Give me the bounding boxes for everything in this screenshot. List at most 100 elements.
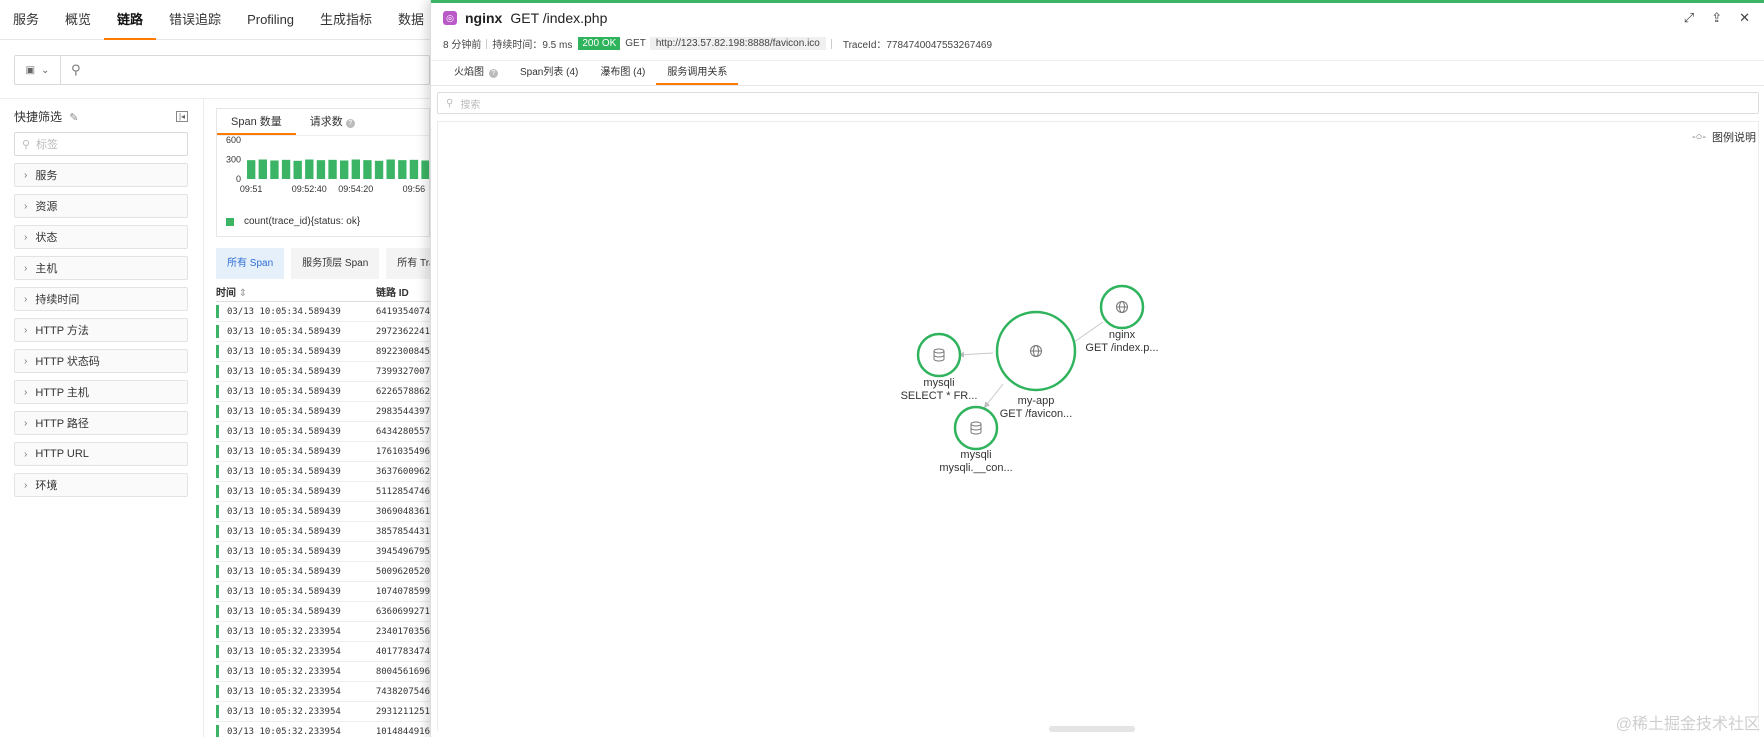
bar[interactable]	[351, 159, 360, 180]
nav-item-services[interactable]: 服务	[0, 0, 52, 40]
tab-all-traces[interactable]: 所有 Trace	[386, 248, 430, 279]
collapse-sidebar-icon[interactable]: |◂	[176, 110, 188, 122]
table-row[interactable]: 03/13 10:05:34.589439 3637600962	[216, 462, 430, 482]
column-header-time[interactable]: 时间 ⇕	[216, 284, 376, 299]
column-header-trace-id[interactable]: 链路 ID	[376, 284, 409, 299]
share-icon[interactable]: ⇪	[1711, 10, 1722, 26]
table-row[interactable]: 03/13 10:05:34.589439 6419354074	[216, 302, 430, 322]
table-row[interactable]: 03/13 10:05:34.589439 5009620520	[216, 562, 430, 582]
bar[interactable]	[293, 160, 302, 179]
filter-label: HTTP 主机	[35, 387, 89, 399]
nav-item-traces[interactable]: 链路	[104, 0, 157, 40]
cell-time: 03/13 10:05:34.589439	[227, 486, 341, 497]
tab-service-entry-spans[interactable]: 服务顶层 Span	[291, 248, 380, 279]
tab-span-count[interactable]: Span 数量	[217, 109, 296, 135]
nav-item-overview[interactable]: 概览	[52, 0, 104, 40]
table-row[interactable]: 03/13 10:05:32.233954 4017783474	[216, 642, 430, 662]
tab-flame-graph[interactable]: 火焰图?	[443, 61, 509, 85]
fullscreen-icon[interactable]: ⤢	[1684, 10, 1694, 26]
bar[interactable]	[363, 160, 372, 179]
tab-waterfall[interactable]: 瀑布图 (4)	[589, 61, 656, 85]
cell-time: 03/13 10:05:32.233954	[227, 726, 341, 737]
bar[interactable]	[398, 160, 407, 179]
bar[interactable]	[258, 159, 267, 180]
bar[interactable]	[421, 160, 429, 179]
bar[interactable]	[328, 159, 337, 179]
nav-item-error-tracking[interactable]: 错误追踪	[156, 0, 234, 40]
resize-handle[interactable]	[1049, 726, 1135, 732]
bar[interactable]	[374, 160, 384, 179]
table-row[interactable]: 03/13 10:05:32.233954 1014844916	[216, 722, 430, 737]
table-row[interactable]: 03/13 10:05:32.233954 7438207546	[216, 682, 430, 702]
cell-time: 03/13 10:05:32.233954	[227, 686, 341, 697]
filter-service[interactable]: › 服务	[14, 163, 188, 187]
chevron-right-icon: ›	[24, 231, 28, 243]
filter-resource[interactable]: › 资源	[14, 194, 188, 218]
service-icon: ◎	[443, 11, 457, 25]
edit-icon[interactable]: ✎	[69, 112, 78, 124]
y-tick-label: 600	[226, 136, 241, 145]
filter-http-status[interactable]: › HTTP 状态码	[14, 349, 188, 373]
view-toggle-button[interactable]: ▣ ⌄	[15, 56, 61, 84]
cell-trace-id: 1761035496	[375, 446, 430, 457]
tab-request-count[interactable]: 请求数?	[296, 109, 369, 135]
filter-http-method[interactable]: › HTTP 方法	[14, 318, 188, 342]
graph-search-input[interactable]: ⚲ 搜索	[437, 92, 1759, 114]
service-map-canvas[interactable]: -○- 图例说明 nginx GET /index.p... my-app GE…	[437, 121, 1759, 731]
table-row[interactable]: 03/13 10:05:32.233954 2931211251	[216, 702, 430, 722]
tab-service-map[interactable]: 服务调用关系	[656, 61, 739, 85]
table-row[interactable]: 03/13 10:05:34.589439 7399327007	[216, 362, 430, 382]
bar[interactable]	[247, 160, 256, 179]
status-marker	[216, 365, 219, 378]
graph-node-my-app[interactable]: my-app GET /favicon...	[995, 310, 1077, 420]
filter-status[interactable]: › 状态	[14, 225, 188, 249]
filter-label: 资源	[35, 201, 58, 213]
search-icon: ⚲	[71, 62, 81, 77]
tag-search-input[interactable]: ⚲ 标签	[14, 132, 188, 156]
table-row[interactable]: 03/13 10:05:32.233954 8004561696	[216, 662, 430, 682]
graph-node-mysqli-select[interactable]: mysqli SELECT * FR...	[901, 332, 978, 402]
table-row[interactable]: 03/13 10:05:34.589439 2972362241	[216, 322, 430, 342]
legend-label: count(trace_id){status: ok}	[244, 216, 361, 227]
close-icon[interactable]: ✕	[1739, 10, 1750, 26]
filter-host[interactable]: › 主机	[14, 256, 188, 280]
tab-span-list[interactable]: Span列表 (4)	[509, 61, 589, 85]
table-row[interactable]: 03/13 10:05:34.589439 3069048361	[216, 502, 430, 522]
filter-environment[interactable]: › 环境	[14, 473, 188, 497]
graph-node-nginx[interactable]: nginx GET /index.p...	[1085, 284, 1159, 354]
nav-item-profiling[interactable]: Profiling	[234, 0, 307, 40]
table-row[interactable]: 03/13 10:05:34.589439 6434280557	[216, 422, 430, 442]
filter-http-path[interactable]: › HTTP 路径	[14, 411, 188, 435]
table-row[interactable]: 03/13 10:05:34.589439 1761035496	[216, 442, 430, 462]
bar[interactable]	[409, 159, 419, 179]
bar[interactable]	[305, 159, 314, 180]
table-row[interactable]: 03/13 10:05:34.589439 2983544397	[216, 402, 430, 422]
table-row[interactable]: 03/13 10:05:34.589439 3857854431	[216, 522, 430, 542]
status-marker	[216, 465, 219, 478]
table-row[interactable]: 03/13 10:05:34.589439 1074078599	[216, 582, 430, 602]
table-row[interactable]: 03/13 10:05:34.589439 3945496795	[216, 542, 430, 562]
filter-duration[interactable]: › 持续时间	[14, 287, 188, 311]
tab-all-spans[interactable]: 所有 Span	[216, 248, 285, 279]
table-row[interactable]: 03/13 10:05:34.589439 6360699271	[216, 602, 430, 622]
chevron-right-icon: ›	[24, 262, 28, 274]
cell-time: 03/13 10:05:34.589439	[227, 306, 341, 317]
drawer-title: ◎ nginx GET /index.php	[443, 10, 607, 26]
drawer-tabs: 火焰图? Span列表 (4) 瀑布图 (4) 服务调用关系	[431, 60, 1764, 86]
bar[interactable]	[386, 159, 395, 180]
status-marker	[216, 585, 219, 598]
bar[interactable]	[340, 160, 349, 179]
bar[interactable]	[281, 159, 291, 179]
table-row[interactable]: 03/13 10:05:34.589439 5112854746	[216, 482, 430, 502]
table-row[interactable]: 03/13 10:05:32.233954 2340170356	[216, 622, 430, 642]
cell-trace-id: 2931211251	[375, 706, 430, 717]
table-row[interactable]: 03/13 10:05:34.589439 8922300845	[216, 342, 430, 362]
time-ago: 8 分钟前	[443, 40, 482, 51]
bar[interactable]	[316, 160, 326, 179]
filter-http-url[interactable]: › HTTP URL	[14, 442, 188, 466]
table-row[interactable]: 03/13 10:05:34.589439 6226578862	[216, 382, 430, 402]
bar[interactable]	[270, 160, 279, 179]
nav-item-generate-metrics[interactable]: 生成指标	[307, 0, 385, 40]
status-marker	[216, 505, 219, 518]
filter-http-host[interactable]: › HTTP 主机	[14, 380, 188, 404]
